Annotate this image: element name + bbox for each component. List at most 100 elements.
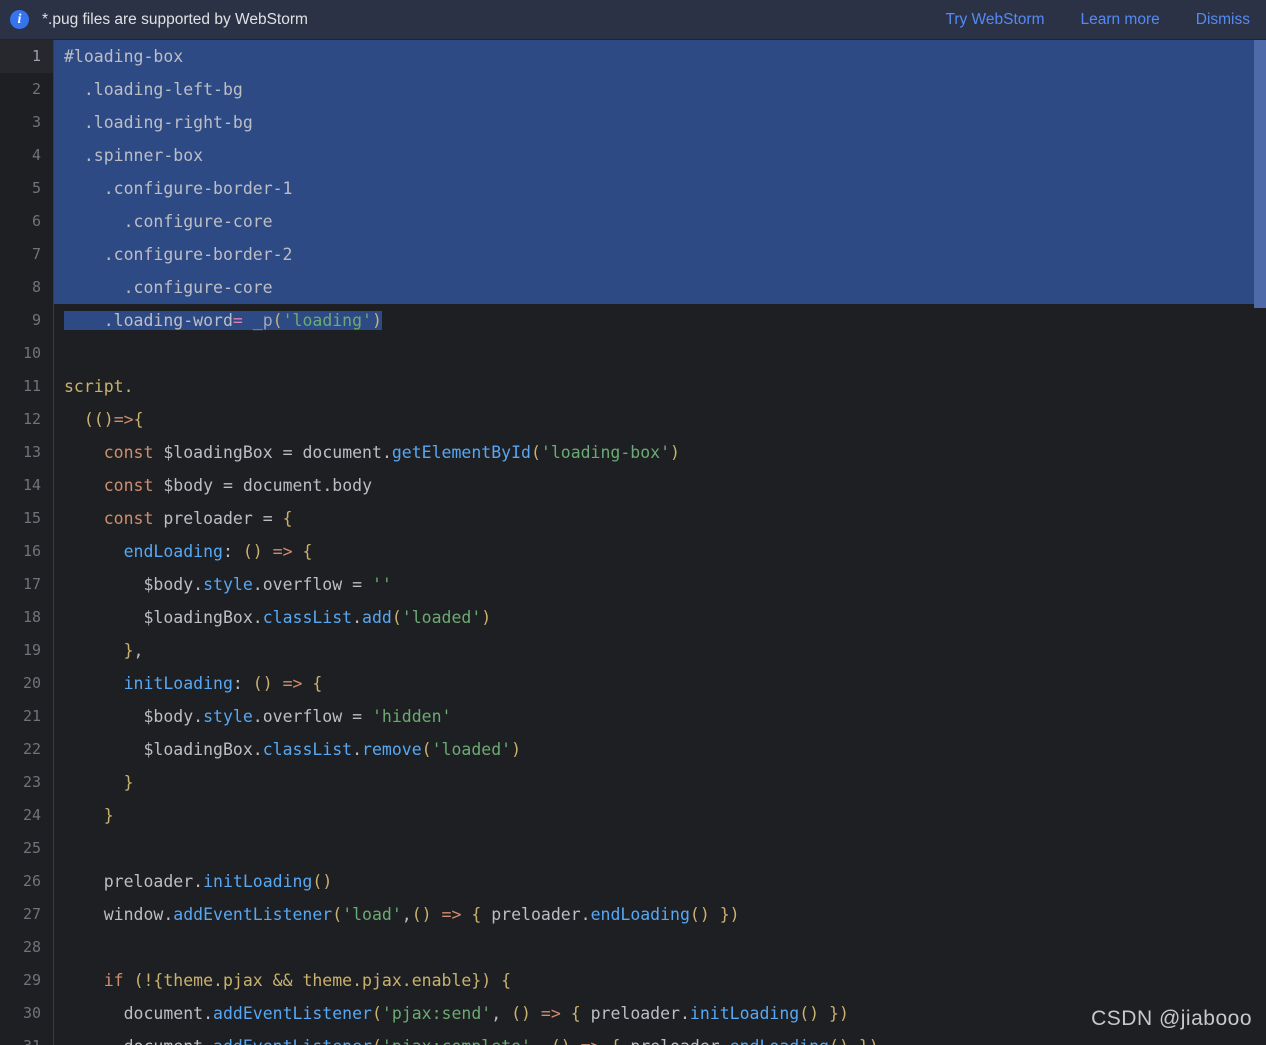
code-token: . [252,707,263,726]
code-line[interactable]: endLoading: () => { [54,535,1266,568]
code-line[interactable]: .spinner-box [54,139,1254,172]
code-line[interactable]: } [54,766,1266,799]
code-token: 'loading-box' [540,443,671,462]
code-token: getElementById [391,443,531,462]
code-line[interactable]: $body.style.overflow = 'hidden' [54,700,1266,733]
code-token: . [720,1037,730,1045]
code-line[interactable]: (()=>{ [54,403,1266,436]
code-line[interactable]: if (!{theme.pjax && theme.pjax.enable}) … [54,964,1266,997]
code-line[interactable]: const $body = document.body [54,469,1266,502]
try-webstorm-link[interactable]: Try WebStorm [945,11,1044,29]
code-line[interactable] [54,931,1266,964]
code-token: } [123,773,134,792]
code-editor[interactable]: 1 2 3 4 5 6 7 8 9 10 11 12 13 14 15 16 17 18 19 20 21 22 23 24 2… [0,40,1266,1045]
line-number: 25 [22,839,41,857]
code-line[interactable]: .configure-border-1 [54,172,1254,205]
code-token: !{theme.pjax && theme.pjax.enable} [143,971,482,990]
line-number: 21 [22,707,41,725]
code-token: '' [372,575,392,594]
code-line[interactable]: } [54,799,1266,832]
line-number: 14 [22,476,41,494]
code-line[interactable]: $loadingBox.classList.add('loaded') [54,601,1266,634]
line-number: 4 [31,146,41,164]
code-line[interactable]: script. [54,370,1266,403]
code-token: = [213,476,243,495]
code-line[interactable]: }, [54,634,1266,667]
code-token: .loading-left-bg [83,80,243,99]
code-token: ( [332,905,343,924]
code-token: , [491,1004,512,1023]
dismiss-link[interactable]: Dismiss [1196,11,1250,29]
code-token: } [123,641,134,660]
code-token: = [272,443,303,462]
vertical-scrollbar[interactable] [1254,40,1266,1045]
code-line[interactable]: document.addEventListener('pjax:send', (… [54,997,1266,1030]
code-token: ) [322,872,333,891]
code-token: .loading-right-bg [83,113,253,132]
code-content-area[interactable]: #loading-box .loading-left-bg .loading-r… [54,40,1266,1045]
code-line[interactable]: .configure-core [54,271,1254,304]
code-token: _p [252,311,273,330]
code-line[interactable]: const $loadingBox = document.getElementB… [54,436,1266,469]
code-token: ( [689,905,700,924]
code-token: ( [551,1037,561,1045]
code-token: ) [511,740,522,759]
code-token: 'hidden' [372,707,452,726]
code-line[interactable]: $loadingBox.classList.remove('loaded') [54,733,1266,766]
line-number: 12 [22,410,41,428]
code-line[interactable] [54,832,1266,865]
code-token: preloader [630,1037,719,1045]
code-line[interactable]: .configure-core [54,205,1254,238]
code-token: initLoading [203,872,313,891]
scrollbar-thumb[interactable] [1254,40,1266,308]
code-token: { [471,905,482,924]
code-line[interactable]: .loading-left-bg [54,73,1254,106]
code-token: => [272,542,293,561]
code-token: . [381,443,392,462]
code-token: addEventListener [213,1037,372,1045]
code-token: $body [143,575,194,594]
code-line[interactable]: .configure-border-2 [54,238,1254,271]
code-line[interactable]: initLoading: () => { [54,667,1266,700]
code-token: .loading-word [103,311,233,330]
line-number: 19 [22,641,41,659]
code-token: . [679,1004,690,1023]
code-line[interactable]: document.addEventListener('pjax:complete… [54,1030,1266,1045]
learn-more-link[interactable]: Learn more [1080,11,1159,29]
code-line[interactable]: preloader.initLoading() [54,865,1266,898]
code-line[interactable] [54,337,1266,370]
code-line[interactable]: .loading-right-bg [54,106,1254,139]
code-line[interactable]: #loading-box [54,40,1254,73]
info-icon: i [10,10,29,29]
code-line[interactable]: .loading-word= _p('loading') [54,304,1266,337]
notification-bar: i *.pug files are supported by WebStorm … [0,0,1266,40]
code-token: , [133,641,144,660]
code-line[interactable]: window.addEventListener('load',() => { p… [54,898,1266,931]
code-token: . [163,905,174,924]
line-number: 8 [31,278,41,296]
code-token: $body [163,476,214,495]
code-line[interactable]: $body.style.overflow = '' [54,568,1266,601]
code-token: . [193,575,204,594]
code-line[interactable]: const preloader = { [54,502,1266,535]
code-token: .configure-core [123,278,273,297]
code-token: => [581,1037,601,1045]
